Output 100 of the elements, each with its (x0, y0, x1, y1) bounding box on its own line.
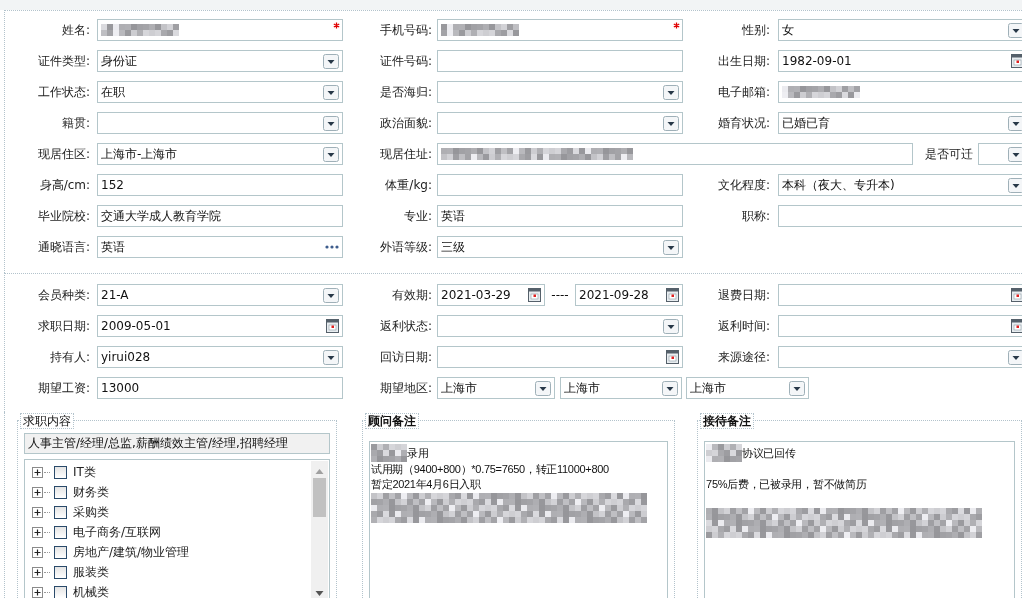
field-label: 体重/kg: (384, 176, 432, 194)
dropdown-button (323, 53, 339, 69)
range-separator: ---- (550, 288, 570, 302)
dropdown-field[interactable]: 上海市 (560, 377, 682, 399)
dropdown-field[interactable]: 上海市 (437, 377, 555, 399)
dropdown-button (323, 349, 339, 365)
dropdown-field[interactable]: 本科（夜大、专升本) (778, 174, 1022, 196)
dropdown-field[interactable]: 已婚已育 (778, 112, 1022, 134)
tree-item[interactable]: IT类 (73, 463, 96, 481)
tree-item[interactable]: 电子商务/互联网 (73, 523, 162, 541)
input-field[interactable] (97, 19, 343, 41)
expand-icon[interactable] (32, 466, 43, 478)
dropdown-field[interactable] (778, 346, 1022, 368)
dropdown-button (789, 380, 805, 396)
field-label: 现居住区: (36, 145, 90, 163)
field-label: 身高/cm: (38, 176, 90, 194)
date-field[interactable]: 2021-09-28 (575, 284, 683, 306)
input-field[interactable]: 152 (97, 174, 343, 196)
group-title: 接待备注 (700, 413, 755, 429)
field-label: 来源途径: (716, 348, 770, 366)
dropdown-field[interactable]: 上海市-上海市 (97, 143, 343, 165)
input-field[interactable]: 13000 (97, 377, 343, 399)
checkbox[interactable] (54, 465, 67, 479)
group-title: 求职内容 (20, 413, 74, 429)
input-field[interactable] (437, 50, 683, 72)
input-field[interactable] (778, 205, 1022, 227)
dropdown-field[interactable] (97, 112, 343, 134)
expand-icon[interactable] (32, 526, 43, 538)
notes-field[interactable]: 协议已回传 75%后费，已被录用，暂不做简历 (704, 441, 1015, 598)
dropdown-field[interactable]: 在职 (97, 81, 343, 103)
field-label: 专业: (402, 207, 432, 225)
tree-item[interactable]: 财务类 (73, 483, 109, 501)
expand-icon[interactable] (32, 546, 43, 558)
field-label: 回访日期: (378, 348, 432, 366)
date-field[interactable]: 2021-03-29 (437, 284, 545, 306)
dropdown-button (323, 84, 339, 100)
date-field[interactable]: 1982-09-01 (778, 50, 1022, 72)
input-field[interactable]: 交通大学成人教育学院 (97, 205, 343, 227)
input-field[interactable] (437, 19, 683, 41)
expand-icon[interactable] (32, 566, 43, 578)
dropdown-button (663, 318, 679, 334)
date-field[interactable] (437, 346, 683, 368)
dropdown-field[interactable] (437, 112, 683, 134)
dropdown-field[interactable]: 身份证 (97, 50, 343, 72)
blurred-text (706, 444, 743, 462)
dropdown-field[interactable] (437, 81, 683, 103)
expand-icon[interactable] (32, 506, 43, 518)
expand-icon[interactable] (32, 486, 43, 498)
dropdown-field[interactable]: 21-A (97, 284, 343, 306)
checkbox[interactable] (54, 565, 67, 579)
field-label: 文化程度: (716, 176, 770, 194)
field-label: 外语等级: (378, 238, 432, 256)
dropdown-field[interactable] (978, 143, 1022, 165)
notes-field[interactable]: 录用 试用期（9400+800）*0.75=7650，转正11000+800 暂定2021年4月6日入职 (369, 441, 669, 598)
field-label: 返利状态: (378, 317, 432, 335)
lookup-field[interactable]: 英语 (97, 236, 343, 258)
dropdown-button (1008, 177, 1022, 193)
tree-item[interactable]: 采购类 (73, 503, 109, 521)
field-label: 期望地区: (378, 379, 432, 397)
field-label: 手机号码: (378, 21, 432, 39)
checkbox[interactable] (54, 545, 67, 559)
field-label: 姓名: (60, 21, 90, 39)
date-field[interactable] (778, 315, 1022, 337)
expand-icon[interactable] (32, 586, 43, 598)
calendar-icon (326, 319, 339, 333)
field-label: 是否可迁 (924, 145, 973, 163)
date-field[interactable]: 2009-05-01 (97, 315, 343, 337)
input-field[interactable]: 英语 (437, 205, 683, 227)
input-field[interactable] (437, 174, 683, 196)
dropdown-field[interactable]: 女 (778, 19, 1022, 41)
dropdown-field[interactable] (437, 315, 683, 337)
checkbox[interactable] (54, 505, 67, 519)
dropdown-field[interactable]: 三级 (437, 236, 683, 258)
tree-item[interactable]: 机械类 (73, 583, 109, 598)
calendar-icon (666, 288, 679, 302)
dropdown-button (323, 115, 339, 131)
date-field[interactable] (778, 284, 1022, 306)
dropdown-field[interactable]: yirui028 (97, 346, 343, 368)
dropdown-button (663, 115, 679, 131)
note-text: 暂定2021年4月6日入职 (371, 477, 481, 492)
input-field[interactable] (778, 81, 1022, 103)
checkbox[interactable] (54, 585, 67, 598)
field-label: 返利时间: (716, 317, 770, 335)
field-label: 退费日期: (716, 286, 770, 304)
field-label: 工作状态: (36, 83, 90, 101)
field-label: 婚育状况: (716, 114, 770, 132)
dropdown-button (323, 146, 339, 162)
dropdown-button (1008, 22, 1022, 38)
field-label: 求职日期: (36, 317, 90, 335)
tree-item[interactable]: 服装类 (73, 563, 109, 581)
tree-item[interactable]: 房地产/建筑/物业管理 (73, 543, 190, 561)
calendar-icon (1011, 288, 1022, 302)
summary-field[interactable]: 人事主管/经理/总监,薪酬绩效主管/经理,招聘经理 (24, 433, 330, 454)
dropdown-button (662, 380, 678, 396)
dropdown-field[interactable]: 上海市 (686, 377, 809, 399)
calendar-icon (528, 288, 541, 302)
checkbox[interactable] (54, 525, 67, 539)
input-field[interactable] (437, 143, 913, 165)
field-label: 期望工资: (36, 379, 90, 397)
checkbox[interactable] (54, 485, 67, 499)
